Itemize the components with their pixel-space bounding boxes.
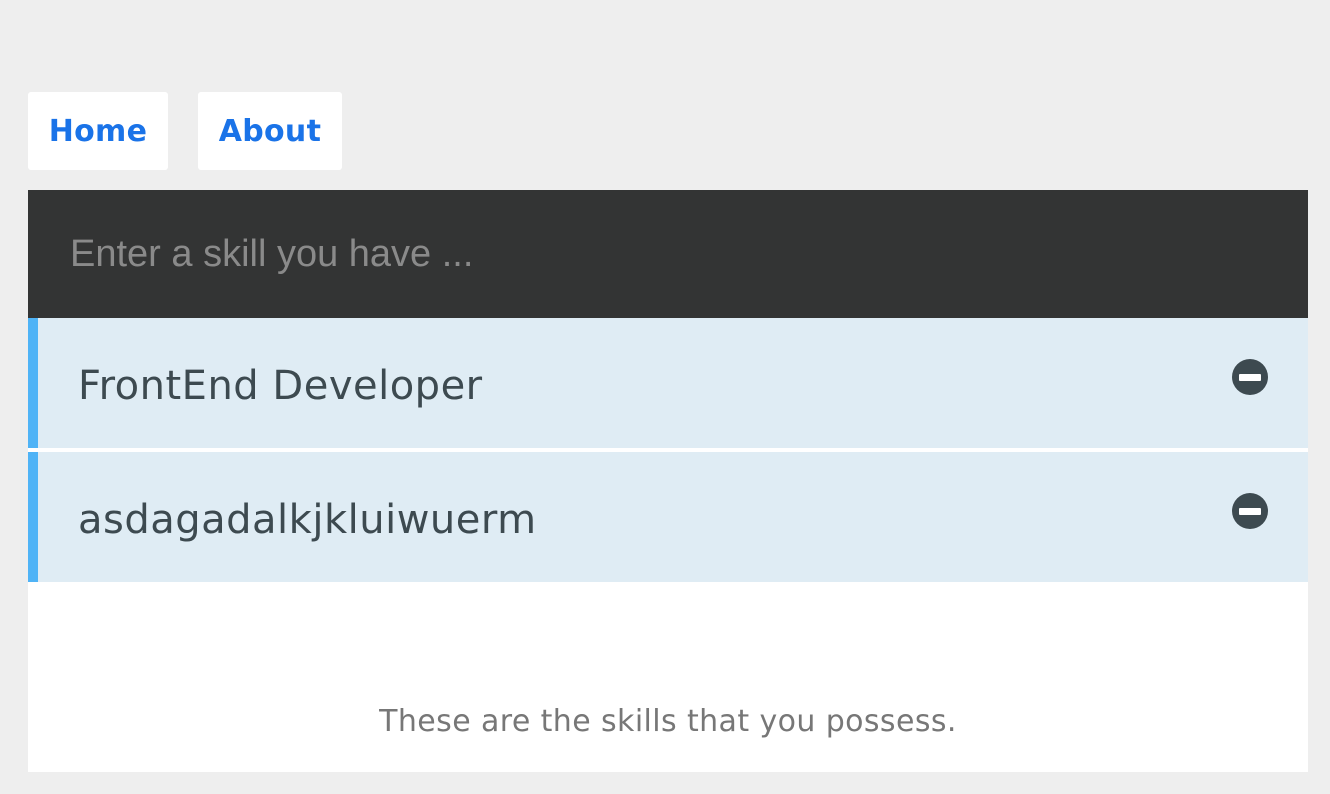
minus-circle-icon[interactable] <box>1232 493 1268 529</box>
skill-list: FrontEnd Developer asdagadalkjkluiwuerm <box>28 318 1308 582</box>
remove-button-bar <box>1239 373 1261 381</box>
minus-circle-icon[interactable] <box>1232 359 1268 395</box>
nav-link-about[interactable]: About <box>198 92 342 170</box>
skill-input-container <box>28 190 1308 318</box>
skill-name: FrontEnd Developer <box>78 363 483 409</box>
skill-name: asdagadalkjkluiwuerm <box>78 497 537 543</box>
skills-footer-text: These are the skills that you possess. <box>379 704 957 739</box>
remove-button-bar <box>1239 507 1261 515</box>
skill-input[interactable] <box>68 223 1272 285</box>
nav-link-home[interactable]: Home <box>28 92 168 170</box>
main-nav: Home About <box>28 92 342 170</box>
skill-list-item: asdagadalkjkluiwuerm <box>28 452 1308 582</box>
skills-panel: FrontEnd Developer asdagadalkjkluiwuerm … <box>28 190 1308 772</box>
skill-list-item: FrontEnd Developer <box>28 318 1308 448</box>
